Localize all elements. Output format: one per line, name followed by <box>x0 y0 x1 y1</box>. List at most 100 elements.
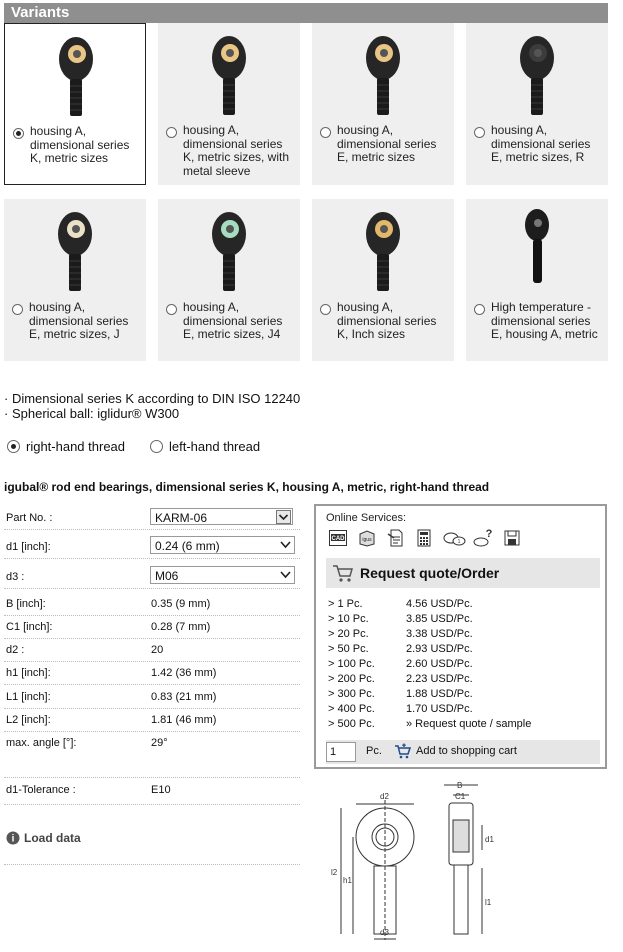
variant-label: housing A, dimensional series E, metric si… <box>29 300 129 341</box>
dim-b-label: B <box>457 781 462 790</box>
variant-radio[interactable] <box>12 304 23 315</box>
rod-end-image <box>525 209 549 283</box>
variant-card[interactable]: housing A, dimensional series E, metric si… <box>312 23 454 185</box>
info-circle-icon: i <box>6 831 20 845</box>
help-icon[interactable]: ? <box>472 528 496 548</box>
feature-item: · Spherical ball: iglidur® W300 <box>4 406 180 421</box>
pc-label: Pc. <box>366 745 382 757</box>
variant-card[interactable]: housing A, dimensional series K, metric si… <box>4 23 146 185</box>
online-services-panel: Online Services: CAD igus 1 ? Request qu… <box>314 504 607 769</box>
property-row: B [inch]: 0.35 (9 mm) <box>4 592 300 616</box>
right-hand-thread-radio[interactable] <box>7 440 20 453</box>
price-row: > 10 Pc. 3.85 USD/Pc. <box>328 613 473 625</box>
request-quote-bar[interactable]: Request quote/Order <box>326 558 600 588</box>
variant-card[interactable]: housing A, dimensional series E, metric si… <box>466 23 608 185</box>
variant-radio[interactable] <box>320 304 331 315</box>
igus-box-icon[interactable]: igus <box>357 528 377 548</box>
property-row: C1 [inch]: 0.28 (7 mm) <box>4 615 300 639</box>
variant-card[interactable]: housing A, dimensional series K, Inch size… <box>312 199 454 361</box>
d3-select[interactable]: M06 <box>150 566 295 584</box>
rod-end-image <box>212 36 246 115</box>
rod-end-image <box>520 36 554 115</box>
product-title: igubal® rod end bearings, dimensional se… <box>4 480 490 494</box>
part-no-select[interactable]: KARM-06 <box>150 508 293 525</box>
part-no-label: Part No. : <box>6 512 53 524</box>
technical-drawing: d2 l2 h1 d3 B C1 d1 l1 <box>331 781 494 940</box>
variant-option[interactable]: housing A, dimensional series E, metric si… <box>166 300 296 342</box>
add-to-cart-icon <box>395 743 412 759</box>
variant-option[interactable]: housing A, dimensional series K, Inch size… <box>320 300 450 342</box>
variant-card[interactable]: housing A, dimensional series K, metric si… <box>158 23 300 185</box>
variant-card[interactable]: housing A, dimensional series E, metric si… <box>158 199 300 361</box>
property-row: max. angle [°]: 29° <box>4 731 300 778</box>
variant-radio[interactable] <box>166 127 177 138</box>
price-row: > 300 Pc. 1.88 USD/Pc. <box>328 688 473 700</box>
dim-l2-label: l2 <box>331 868 338 877</box>
variant-radio[interactable] <box>320 127 331 138</box>
load-data-row: i Load data <box>4 826 300 865</box>
rod-end-image <box>366 212 400 291</box>
load-data-link[interactable]: i Load data <box>6 831 81 845</box>
variant-radio[interactable] <box>474 127 485 138</box>
dim-h1-label: h1 <box>343 876 352 885</box>
lifetime-calculator-icon[interactable]: 1 <box>442 528 468 548</box>
variant-radio[interactable] <box>474 304 485 315</box>
dim-l1-label: l1 <box>485 898 492 907</box>
variant-label: housing A, dimensional series K, Inch size… <box>337 300 437 341</box>
right-hand-thread-option[interactable]: right-hand thread <box>7 439 125 454</box>
price-row: > 100 Pc. 2.60 USD/Pc. <box>328 658 473 670</box>
part-no-row: Part No. : KARM-06 <box>4 506 300 530</box>
dim-d1-label: d1 <box>485 835 494 844</box>
variant-label: housing A, dimensional series E, metric si… <box>183 300 283 341</box>
left-hand-thread-option[interactable]: left-hand thread <box>150 439 260 454</box>
variant-label: housing A, dimensional series K, metric si… <box>30 124 130 165</box>
variant-option[interactable]: housing A, dimensional series K, metric si… <box>166 123 296 178</box>
online-services-title: Online Services: <box>326 512 407 524</box>
variant-radio[interactable] <box>13 128 24 139</box>
variant-label: High temperature - dimensional series E, h… <box>491 300 598 341</box>
shopping-cart-icon <box>333 565 353 582</box>
property-row: h1 [inch]: 1.42 (36 mm) <box>4 661 300 685</box>
price-row: > 400 Pc. 1.70 USD/Pc. <box>328 703 473 715</box>
variant-option[interactable]: housing A, dimensional series E, metric si… <box>12 300 142 342</box>
cad-icon[interactable]: CAD <box>328 528 348 548</box>
variant-card[interactable]: housing A, dimensional series E, metric si… <box>4 199 146 361</box>
dim-d2-label: d2 <box>380 792 389 801</box>
request-quote-title: Request quote/Order <box>360 565 500 581</box>
request-quote-sample-link[interactable]: » Request quote / sample <box>406 718 531 730</box>
d1-label: d1 [inch]: <box>6 541 51 553</box>
price-row: > 20 Pc. 3.38 USD/Pc. <box>328 628 473 640</box>
dim-c1-label: C1 <box>455 792 466 801</box>
document-icon[interactable] <box>386 528 406 548</box>
add-to-cart-button[interactable]: Add to shopping cart <box>394 743 517 759</box>
chevron-down-icon <box>276 510 291 524</box>
feature-item: · Dimensional series K according to DIN … <box>4 391 301 406</box>
price-row: > 1 Pc. 4.56 USD/Pc. <box>328 598 473 610</box>
variant-radio[interactable] <box>166 304 177 315</box>
save-icon[interactable] <box>502 528 522 548</box>
variant-option[interactable]: housing A, dimensional series K, metric si… <box>13 124 141 166</box>
variant-label: housing A, dimensional series E, metric si… <box>337 123 437 164</box>
svg-text:?: ? <box>486 528 493 540</box>
svg-text:i: i <box>12 834 15 845</box>
chevron-down-icon <box>280 571 291 579</box>
rod-end-image <box>58 212 92 291</box>
quantity-input[interactable]: 1 <box>326 742 356 762</box>
variant-label: housing A, dimensional series K, metric si… <box>183 123 290 178</box>
left-hand-thread-radio[interactable] <box>150 440 163 453</box>
d3-label: d3 : <box>6 571 25 583</box>
d1-select[interactable]: 0.24 (6 mm) <box>150 536 295 554</box>
property-row: L1 [inch]: 0.83 (21 mm) <box>4 685 300 709</box>
price-row: > 500 Pc.» Request quote / sample <box>328 718 532 730</box>
property-row: L2 [inch]: 1.81 (46 mm) <box>4 708 300 732</box>
variant-option[interactable]: housing A, dimensional series E, metric si… <box>474 123 604 165</box>
variant-option[interactable]: housing A, dimensional series E, metric si… <box>320 123 450 165</box>
feature-list: · Dimensional series K according to DIN … <box>4 391 300 421</box>
variant-card[interactable]: High temperature - dimensional series E, h… <box>466 199 608 361</box>
svg-text:CAD: CAD <box>332 536 346 542</box>
calculator-icon[interactable] <box>414 528 434 548</box>
svg-text:1: 1 <box>458 539 461 545</box>
rod-end-image <box>212 212 246 291</box>
d1-row: d1 [inch]: 0.24 (6 mm) <box>4 535 300 559</box>
variant-option[interactable]: High temperature - dimensional series E, h… <box>474 300 604 342</box>
